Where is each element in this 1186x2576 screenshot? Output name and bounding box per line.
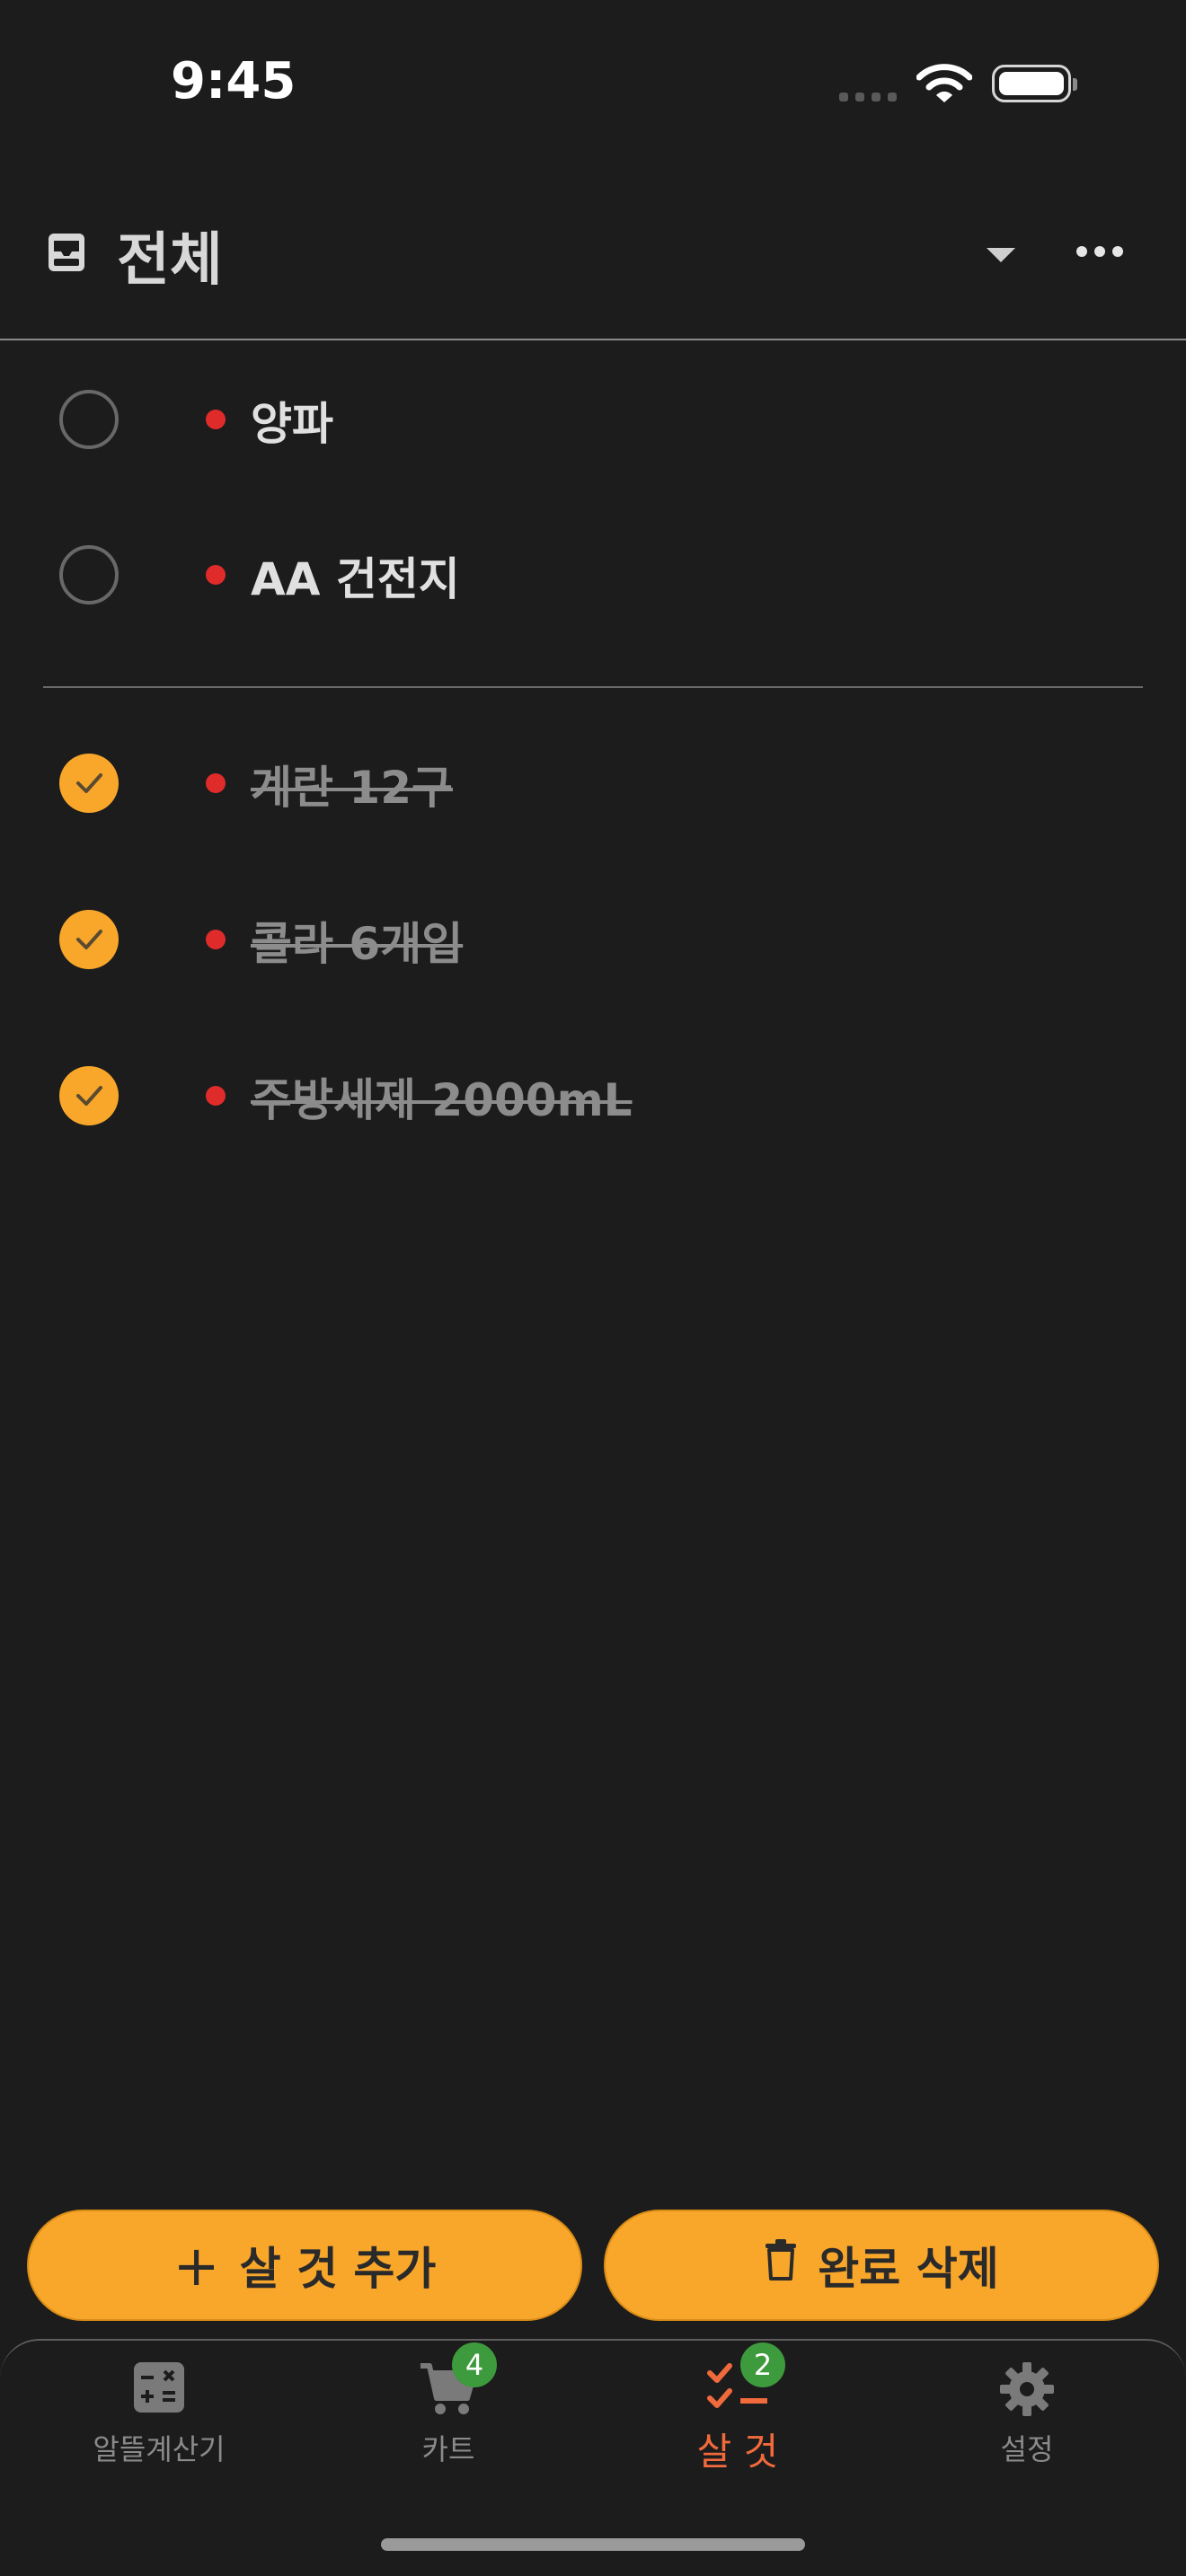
list-item[interactable]: 양파 [0, 366, 1186, 473]
item-label: 계란 12구 [251, 762, 453, 814]
checked-circle-icon[interactable] [59, 1066, 119, 1125]
tab-label: 설정 [1000, 2432, 1054, 2466]
to-buy-badge: 2 [740, 2342, 785, 2387]
add-item-button[interactable]: + 살 것 추가 [27, 2210, 582, 2321]
tab-cart[interactable]: 4 카트 [300, 2341, 597, 2520]
priority-dot-icon [206, 930, 226, 949]
list-item[interactable]: 주방세제 2000mL [0, 1042, 1186, 1150]
item-label: 콜라 6개입 [251, 918, 464, 970]
list-item[interactable]: 콜라 6개입 [0, 886, 1186, 993]
add-item-label: 살 것 추가 [239, 2243, 437, 2295]
priority-dot-icon [206, 410, 226, 429]
item-label: 양파 [251, 398, 333, 450]
unchecked-circle-icon[interactable] [59, 545, 119, 604]
tab-label: 카트 [421, 2432, 475, 2466]
page-title: 전체 [117, 227, 223, 294]
tab-label: 알뜰계산기 [93, 2432, 226, 2466]
tab-calculator[interactable]: 알뜰계산기 [11, 2341, 307, 2520]
status-time: 9:45 [171, 52, 296, 110]
cart-badge: 4 [452, 2342, 497, 2387]
header-divider [0, 339, 1186, 340]
checked-circle-icon[interactable] [59, 910, 119, 969]
inbox-icon[interactable] [47, 232, 86, 277]
checked-circle-icon[interactable] [59, 754, 119, 813]
section-divider [43, 686, 1143, 688]
gear-icon [998, 2360, 1056, 2422]
priority-dot-icon [206, 773, 226, 793]
trash-icon [764, 2238, 798, 2292]
tab-to-buy[interactable]: 2 살 것 [589, 2341, 886, 2520]
wifi-icon [916, 63, 973, 108]
unchecked-circle-icon[interactable] [59, 390, 119, 449]
cellular-signal-icon [839, 93, 897, 101]
tab-settings[interactable]: 설정 [879, 2341, 1175, 2520]
calculator-icon [132, 2360, 186, 2418]
dropdown-caret-icon[interactable] [987, 248, 1015, 262]
home-indicator [381, 2538, 805, 2551]
list-item[interactable]: 계란 12구 [0, 729, 1186, 837]
plus-icon: + [173, 2232, 220, 2298]
more-options-icon[interactable] [1076, 246, 1123, 257]
tab-label: 살 것 [696, 2430, 779, 2474]
battery-icon [992, 65, 1077, 102]
priority-dot-icon [206, 565, 226, 585]
priority-dot-icon [206, 1086, 226, 1106]
list-item[interactable]: AA 건전지 [0, 521, 1186, 629]
item-label: AA 건전지 [251, 553, 460, 605]
delete-completed-button[interactable]: 완료 삭제 [604, 2210, 1159, 2321]
delete-completed-label: 완료 삭제 [818, 2243, 999, 2295]
item-label: 주방세제 2000mL [251, 1074, 633, 1126]
